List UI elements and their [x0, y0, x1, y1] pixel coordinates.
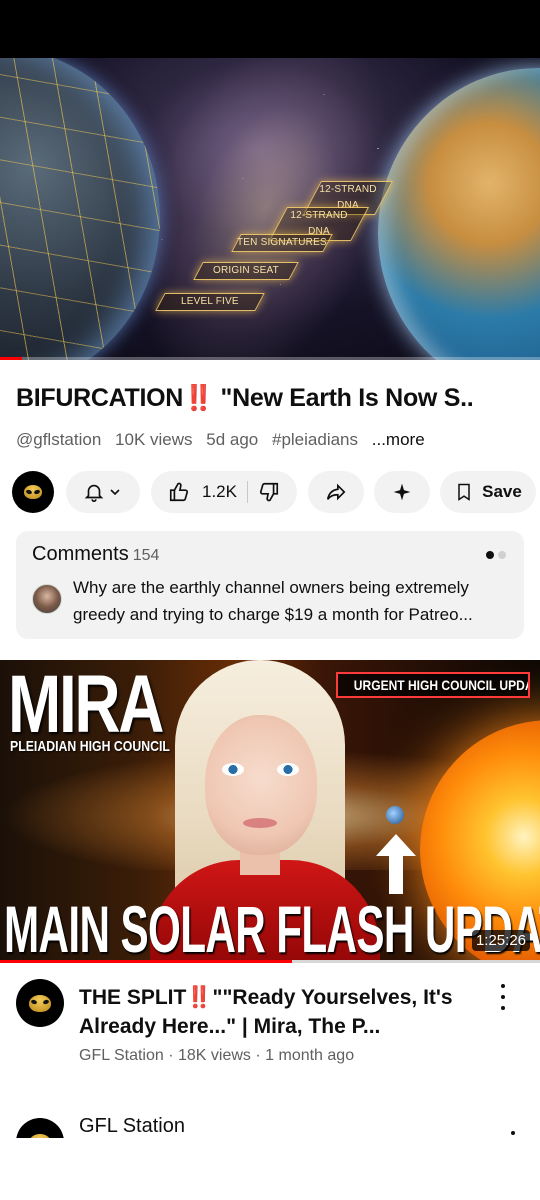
ask-ai-button[interactable] [374, 471, 430, 513]
comments-count: 154 [132, 547, 160, 564]
video-meta[interactable]: @gflstation 10K views 5d ago #pleiadians… [16, 430, 434, 450]
pager-dot-active [486, 551, 494, 559]
next-title-text: THE SPLIT [79, 986, 187, 1009]
planet-icon [386, 806, 404, 824]
thumbs-down-icon[interactable] [258, 481, 280, 503]
save-label: Save [482, 482, 522, 501]
third-item-channel-name[interactable]: GFL Station [79, 1115, 185, 1138]
figure-eye [277, 763, 299, 776]
like-count[interactable]: 1.2K [202, 482, 237, 502]
comments-label: Comments [32, 543, 129, 565]
thumbs-up-icon[interactable] [168, 481, 190, 503]
next-video-title[interactable]: THE SPLIT‼️""Ready Yourselves, It's Alre… [79, 983, 479, 1041]
sparkle-icon [393, 483, 411, 501]
title-text: BIFURCATION [16, 384, 184, 412]
share-icon [326, 483, 346, 501]
next-video-channel-avatar[interactable] [16, 979, 64, 1027]
top-comment-text: Why are the earthly channel owners being… [73, 578, 473, 624]
like-dislike-group: 1.2K [151, 471, 297, 513]
pager-dots [486, 551, 506, 559]
next-video-thumbnail[interactable]: MIRA PLEIADIAN HIGH COUNCIL URGENT HIGH … [0, 660, 540, 962]
thumb-headline-text: MAIN SOLAR FLASH UPDATE [4, 892, 540, 962]
thumb-badge: URGENT HIGH COUNCIL UPDATE [336, 672, 530, 698]
kebab-dot [501, 984, 505, 988]
more-options-button[interactable] [494, 984, 512, 1010]
comments-header: Comments 154 [32, 543, 159, 566]
bell-icon [84, 484, 104, 502]
thumb-badge-text: URGENT HIGH COUNCIL UPDATE [353, 677, 530, 693]
watched-progress-bar [0, 960, 540, 963]
figure-lips [243, 818, 277, 828]
alien-logo-icon [24, 485, 42, 499]
title-emoji: ‼️ [183, 384, 214, 412]
next-title-emoji: ‼️ [186, 986, 213, 1009]
next-video-meta: GFL Station · 18K views · 1 month ago [79, 1047, 355, 1064]
comments-teaser[interactable]: Comments 154 Why are the earthly channel … [16, 531, 524, 639]
figure-eye [222, 763, 244, 776]
watched-fill [0, 960, 292, 963]
thumb-name-text: MIRA [8, 660, 164, 750]
bottom-clip [0, 1138, 540, 1200]
title-text-rest: "New Earth Is Now S.. [213, 384, 474, 412]
chevron-down-icon [110, 489, 120, 496]
more-link[interactable]: ...more [372, 430, 425, 449]
video-title[interactable]: BIFURCATION‼️ "New Earth Is Now S.. [16, 384, 530, 413]
arrow-up-icon [376, 834, 416, 894]
subscribe-bell-button[interactable] [66, 471, 140, 513]
video-player[interactable]: 12-STRAND DNA 12-STRAND DNA TEN SIGNATUR… [0, 58, 540, 360]
action-row: 1.2K Save [12, 471, 540, 513]
pager-dot [498, 551, 506, 559]
bookmark-icon [458, 483, 470, 501]
status-bar [0, 0, 540, 58]
hashtag-link[interactable]: #pleiadians [272, 430, 358, 449]
commenter-avatar [32, 584, 62, 614]
upload-age: 5d ago [206, 430, 259, 449]
channel-handle[interactable]: @gflstation [16, 430, 101, 449]
share-button[interactable] [308, 471, 364, 513]
save-button[interactable]: Save [440, 471, 536, 513]
kebab-dot [501, 995, 505, 999]
divider [246, 481, 248, 503]
kebab-dot [501, 1006, 505, 1010]
step-label: LEVEL FIVE [155, 293, 265, 311]
step-label: TEN SIGNATURES [231, 234, 333, 252]
thumb-subtitle-text: PLEIADIAN HIGH COUNCIL [10, 738, 170, 755]
more-options-dot[interactable] [511, 1131, 515, 1135]
channel-avatar[interactable] [12, 471, 54, 513]
step-label: ORIGIN SEAT [193, 262, 299, 280]
view-count: 10K views [115, 430, 193, 449]
alien-logo-icon [29, 994, 51, 1012]
figure-face [205, 715, 317, 855]
duration-badge: 1:25:26 [471, 930, 530, 951]
